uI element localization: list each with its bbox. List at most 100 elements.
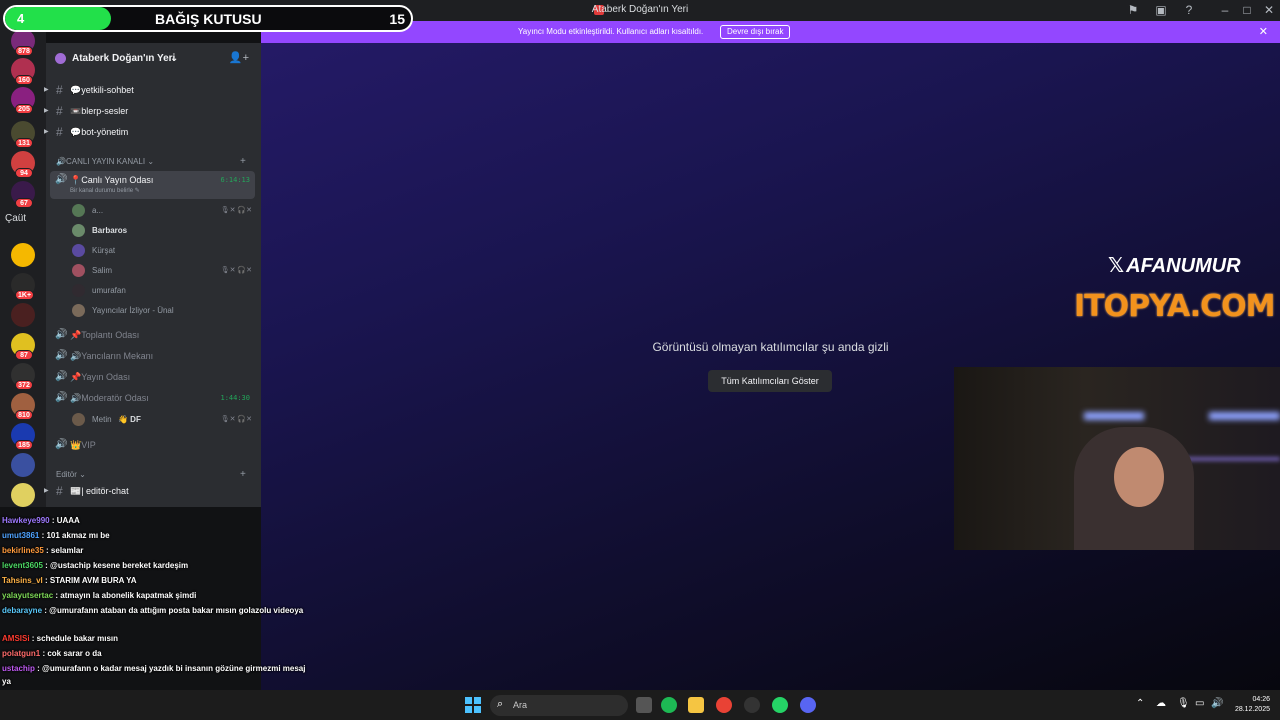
close-window-button[interactable]: ✕ — [1260, 3, 1278, 17]
volume-icon[interactable]: 🔊 — [1211, 698, 1223, 709]
windows-start-icon[interactable] — [465, 697, 481, 713]
taskbar-search[interactable]: ⌕ Ara — [490, 695, 628, 716]
help-icon[interactable]: ? — [1180, 3, 1198, 17]
voice-user[interactable]: a... 🎙✕ 🎧✕ — [72, 202, 252, 220]
user-name: a... — [92, 206, 104, 215]
collapse-arrow-icon: ▶ — [44, 87, 49, 93]
server-icon[interactable]: 160 — [11, 58, 35, 85]
chevron-up-icon[interactable]: ⌃ — [1136, 698, 1144, 709]
close-icon[interactable]: ✕ — [1259, 25, 1268, 38]
voice-channel-yayin[interactable]: 🔊 📌Yayın Odası — [50, 368, 255, 388]
user-name: umurafan — [92, 286, 126, 295]
channel-yetkili-sohbet[interactable]: ▶ # 💬yetkili-sohbet — [44, 81, 255, 101]
server-icon[interactable]: 94 — [11, 151, 35, 178]
voice-channel-yancilar[interactable]: 🔊 🔊Yancıların Mekanı — [50, 347, 255, 367]
disable-streamer-mode-button[interactable]: Devre dışı bırak — [720, 25, 791, 39]
donation-box-overlay: 4 BAĞIŞ KUTUSU 15 — [3, 5, 413, 32]
add-channel-icon[interactable]: + — [240, 156, 246, 167]
avatar — [72, 224, 85, 237]
server-icon[interactable]: 67 — [11, 181, 35, 208]
server-icon[interactable]: 372 — [11, 363, 35, 390]
speaker-icon: 🔊 — [55, 329, 68, 340]
unread-badge: 1K+ — [15, 290, 35, 300]
microphone-icon[interactable]: 🎙 — [1177, 698, 1190, 709]
hash-icon: # — [56, 484, 63, 498]
category-label: 🔊CANLI YAYIN KANALI — [56, 157, 146, 166]
search-icon: ⌕ — [497, 698, 504, 710]
chat-message: umut3861 : 101 akmaz mı be — [2, 529, 307, 542]
minimize-button[interactable]: – — [1216, 3, 1234, 17]
server-folder-label[interactable]: Çaüt — [5, 213, 26, 224]
server-icon[interactable]: 810 — [11, 393, 35, 420]
chat-message: debarayne : @umurafann ataban da attığım… — [2, 604, 307, 617]
voice-user[interactable]: Yayıncılar İzliyor - Ünal — [72, 302, 252, 320]
category-live[interactable]: 🔊CANLI YAYIN KANALI ⌄ + — [56, 156, 246, 167]
server-header[interactable]: Ataberk Doğan'ın Yeri ⌄ 👤+ — [46, 43, 261, 73]
channel-bot-yonetim[interactable]: ▶ # 💬bot-yönetim — [44, 123, 255, 143]
server-name: Ataberk Doğan'ın Yeri — [72, 53, 176, 64]
discord-icon[interactable] — [800, 697, 816, 713]
donation-level: 4 — [17, 11, 25, 26]
maximize-button[interactable]: □ — [1238, 3, 1256, 17]
server-icon[interactable]: 87 — [11, 333, 35, 360]
voice-channel-vip[interactable]: 🔊 👑VIP — [50, 436, 255, 456]
streamer-mode-banner: Yayıncı Modu etkinleştirildi. Kullanıcı … — [261, 21, 1280, 43]
chat-username: polatgun1 — [2, 649, 41, 658]
unread-badge: 372 — [15, 380, 33, 390]
chat-username: levent3605 — [2, 561, 43, 570]
unread-badge: 67 — [15, 198, 33, 208]
search-placeholder: Ara — [513, 700, 528, 710]
voice-channel-moderator[interactable]: 🔊 🔊Moderatör Odası 1:44:30 — [50, 389, 255, 409]
add-channel-icon[interactable]: + — [240, 469, 246, 480]
user-name: Metin — [92, 415, 112, 424]
server-icon[interactable] — [11, 243, 35, 267]
chat-text: : schedule bakar mısın — [29, 634, 119, 643]
voice-channel-toplanti[interactable]: 🔊 📌Toplantı Odası — [50, 326, 255, 346]
hash-icon: # — [56, 125, 63, 139]
avatar — [72, 264, 85, 277]
server-icon[interactable]: 878 — [11, 29, 35, 56]
x-handle-overlay: 𝕏 AFANUMUR — [1108, 253, 1241, 278]
chat-message: Tahsins_vl : STARIM AVM BURA YA — [2, 574, 307, 587]
cloud-icon[interactable]: ☁ — [1156, 698, 1166, 709]
unread-badge: 205 — [15, 104, 33, 114]
inbox-icon[interactable]: ⚑ — [1124, 3, 1142, 17]
voice-user[interactable]: umurafan — [72, 282, 252, 300]
task-view-icon[interactable] — [636, 697, 652, 713]
voice-channel-live[interactable]: 🔊 📍Canlı Yayın Odası Bir kanal durumu be… — [50, 171, 255, 199]
chrome-icon[interactable] — [716, 697, 732, 713]
display-icon[interactable]: ▭ — [1195, 698, 1204, 709]
invite-people-icon[interactable]: 👤+ — [229, 51, 249, 64]
screen-icon[interactable]: ▣ — [1152, 3, 1170, 17]
channel-blerp-sesler[interactable]: ▶ # 📼blerp-sesler — [44, 102, 255, 122]
whatsapp-icon[interactable] — [772, 697, 788, 713]
channel-editor-chat[interactable]: ▶ # 📰| editör-chat — [44, 482, 255, 502]
show-all-participants-button[interactable]: Tüm Katılımcıları Göster — [708, 370, 832, 392]
voice-user[interactable]: Salim 🎙✕ 🎧✕ — [72, 262, 252, 280]
channel-status[interactable]: Bir kanal durumu belirle ✎ — [70, 187, 140, 194]
x-logo-icon: 𝕏 — [1108, 255, 1125, 277]
system-clock[interactable]: 04:26 28.12.2025 — [1226, 695, 1270, 715]
server-icon[interactable] — [11, 303, 35, 327]
speaker-icon: 🔊 — [55, 350, 68, 361]
chevron-down-icon: ⌄ — [170, 53, 179, 64]
avatar — [72, 304, 85, 317]
server-icon[interactable]: 185 — [11, 423, 35, 450]
chat-username: Tahsins_vl — [2, 576, 43, 585]
chat-username: ustachip — [2, 664, 35, 673]
server-icon[interactable]: 131 — [11, 121, 35, 148]
category-editor[interactable]: Editör ⌄ + — [56, 469, 246, 480]
file-explorer-icon[interactable] — [688, 697, 704, 713]
donation-count: 15 — [389, 11, 405, 27]
voice-user[interactable]: Barbaros — [72, 222, 252, 240]
server-icon[interactable]: 1K+ — [11, 273, 35, 300]
server-icon[interactable] — [11, 453, 35, 477]
voice-user-metin[interactable]: Metin 👋 DF 🎙✕ 🎧✕ — [72, 411, 252, 429]
streamer-face — [1114, 447, 1164, 507]
muted-deafened-icon: 🎙✕ 🎧✕ — [220, 267, 252, 274]
muted-deafened-icon: 🎙✕ 🎧✕ — [220, 416, 252, 423]
obs-icon[interactable] — [744, 697, 760, 713]
server-icon[interactable]: 205 — [11, 87, 35, 114]
spotify-icon[interactable] — [661, 697, 677, 713]
voice-user[interactable]: Kürşat — [72, 242, 252, 260]
